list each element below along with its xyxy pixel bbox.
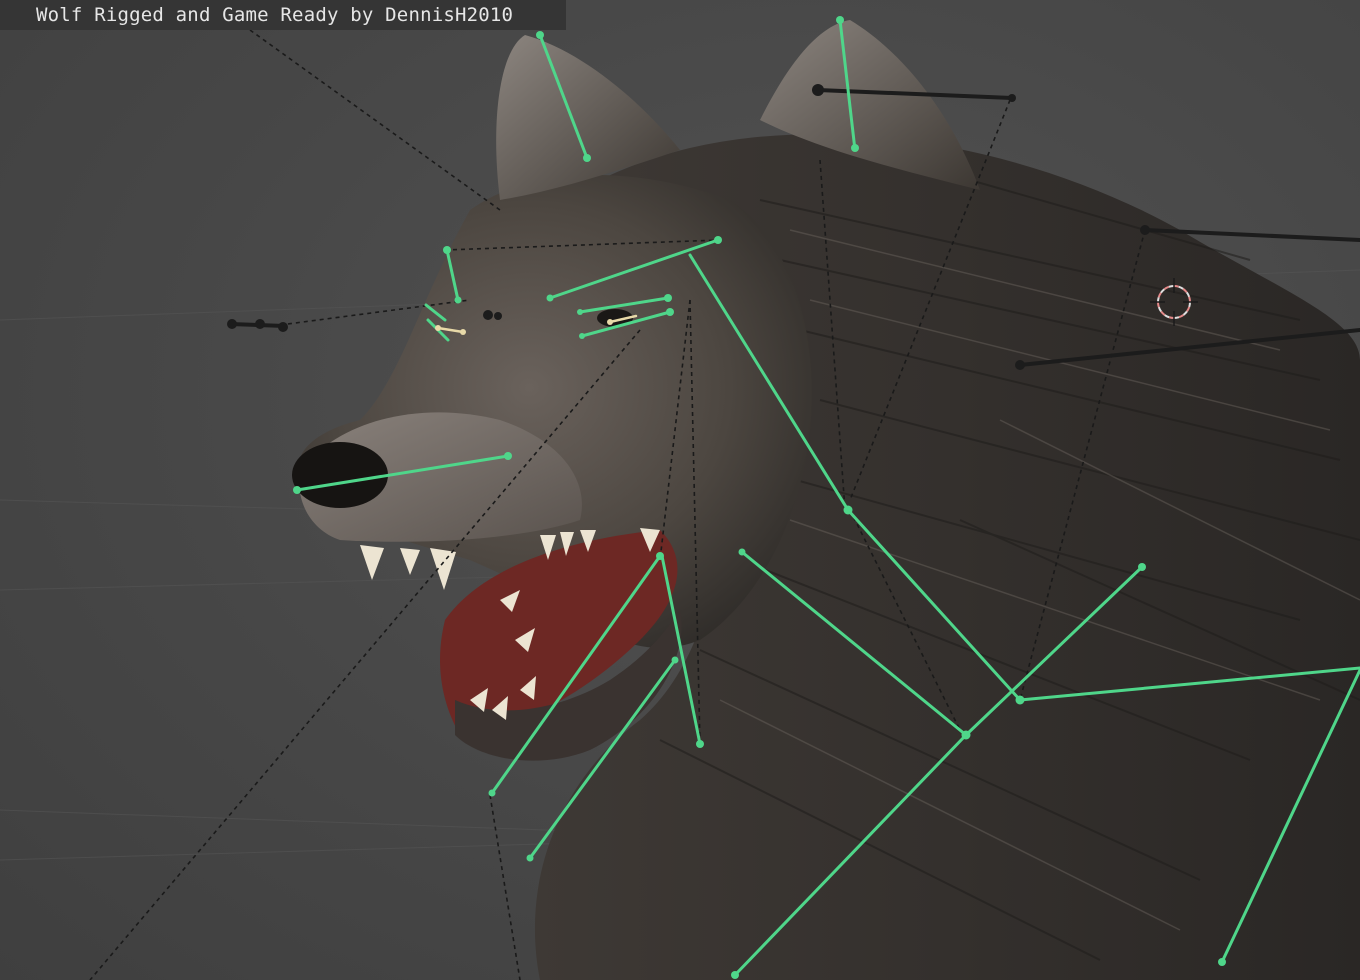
wolf-nose (292, 442, 388, 508)
scene-canvas[interactable] (0, 0, 1360, 980)
viewport-title: Wolf Rigged and Game Ready by DennisH201… (0, 0, 566, 30)
wolf-mesh[interactable] (292, 20, 1360, 980)
3d-viewport[interactable]: Wolf Rigged and Game Ready by DennisH201… (0, 0, 1360, 980)
